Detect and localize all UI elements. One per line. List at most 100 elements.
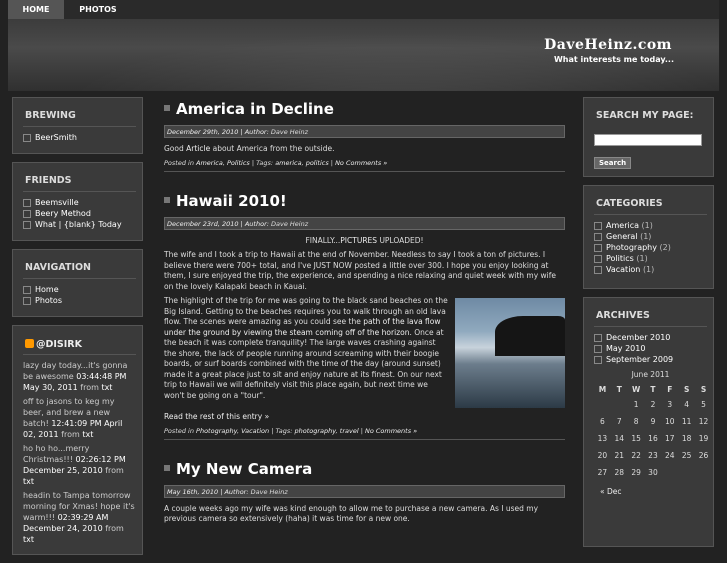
site-header: DaveHeinz.com What interests me today... xyxy=(8,19,719,91)
post-hawaii: Hawaii 2010! December 23rd, 2010 | Autho… xyxy=(164,192,565,440)
calendar-day: 21 xyxy=(614,451,625,460)
nav-photos[interactable]: Photos xyxy=(64,0,132,19)
body-text: Good xyxy=(164,144,184,153)
author-link[interactable]: Dave Heinz xyxy=(271,220,308,228)
sidebar-home-link[interactable]: Home xyxy=(35,285,59,294)
post-title[interactable]: My New Camera xyxy=(164,460,565,485)
calendar-day-header: S xyxy=(683,385,690,394)
post-announcement: FINALLY...PICTURES UPLOADED! xyxy=(164,236,565,247)
archive-link[interactable]: September 2009 xyxy=(606,355,673,364)
category-link[interactable]: General xyxy=(606,232,638,241)
beery-method-link[interactable]: Beery Method xyxy=(35,209,91,218)
calendar-day-header: S xyxy=(700,385,707,394)
calendar-day xyxy=(594,396,611,413)
beach-photo[interactable] xyxy=(455,298,565,408)
twitter-handle-link[interactable]: @DISIRK xyxy=(36,339,82,350)
navigation-title: Navigation xyxy=(25,262,91,273)
calendar-prev-link[interactable]: « Dec xyxy=(600,487,622,496)
category-link[interactable]: Politics xyxy=(227,159,250,167)
category-count: (1) xyxy=(641,221,653,230)
post-date: May 16th, 2010 xyxy=(167,487,219,496)
friends-title: Friends xyxy=(25,175,72,186)
author-link[interactable]: Dave Heinz xyxy=(251,488,288,496)
body-text: FINALLY... xyxy=(305,235,341,245)
category-link[interactable]: America xyxy=(606,221,639,230)
post-title[interactable]: Hawaii 2010! xyxy=(164,192,565,217)
nav-home[interactable]: Home xyxy=(8,0,64,19)
author-link[interactable]: Dave Heinz xyxy=(271,128,308,136)
pictures-link[interactable]: PICTURES xyxy=(340,236,377,245)
calendar-day: 26 xyxy=(698,451,709,460)
calendar-day: 4 xyxy=(684,400,690,409)
comments-link[interactable]: No Comments » xyxy=(365,427,417,435)
archive-link[interactable]: May 2010 xyxy=(606,344,645,353)
category-link[interactable]: Photography xyxy=(606,243,657,252)
calendar-day: 10 xyxy=(665,417,675,426)
tag-link[interactable]: politics xyxy=(306,159,329,167)
site-title[interactable]: DaveHeinz.com xyxy=(544,37,672,53)
calendar-day: 19 xyxy=(698,434,709,443)
category-count: (1) xyxy=(642,265,655,274)
tweet-source-link[interactable]: txt xyxy=(82,430,93,439)
calendar-day: 9 xyxy=(650,417,656,426)
post-date: December 23rd, 2010 xyxy=(167,219,239,228)
category-item: General (1) xyxy=(594,231,707,242)
post-tags: Posted in America, Politics | Tags: amer… xyxy=(164,159,565,172)
tweet-from: from xyxy=(61,430,80,439)
calendar-day: 17 xyxy=(665,434,675,443)
calendar-day: 7 xyxy=(616,417,622,426)
tags-label: Tags: xyxy=(275,426,293,435)
category-link[interactable]: Vacation xyxy=(606,265,640,274)
tweet-source-link[interactable]: txt xyxy=(23,535,34,544)
category-item: Politics (1) xyxy=(594,253,707,264)
what-blank-today-link[interactable]: What | {blank} Today xyxy=(35,220,122,229)
archive-link[interactable]: December 2010 xyxy=(606,333,670,342)
tweet: lazy day today...it's gonna be awesome 0… xyxy=(23,360,136,393)
calendar-day: 11 xyxy=(681,417,692,426)
comments-link[interactable]: No Comments » xyxy=(335,159,387,167)
calendar: June 2011 M T W T F S S 12345 6 7 8 9 10 11 12 xyxy=(594,365,709,496)
calendar-day: 12 xyxy=(698,417,709,426)
category-link[interactable]: America xyxy=(196,159,223,167)
post-title[interactable]: America in Decline xyxy=(164,100,565,125)
read-more: Read the rest of this entry » xyxy=(164,412,565,423)
search-title: Search My Page: xyxy=(596,110,694,121)
calendar-day: 23 xyxy=(648,451,658,460)
category-link[interactable]: Vacation xyxy=(241,427,269,435)
calendar-day: 24 xyxy=(665,451,675,460)
article-link[interactable]: Article xyxy=(186,144,210,153)
beersmith-link[interactable]: BeerSmith xyxy=(35,133,77,142)
tag-link[interactable]: photography xyxy=(295,427,336,435)
tweet-source-link[interactable]: txt xyxy=(23,477,34,486)
category-count: (1) xyxy=(636,254,648,263)
brewing-widget: Brewing BeerSmith xyxy=(12,97,143,154)
tag-link[interactable]: america xyxy=(275,159,301,167)
read-more-link[interactable]: Read the rest of this entry » xyxy=(164,412,269,421)
search-input[interactable] xyxy=(594,134,702,146)
category-link[interactable]: Politics xyxy=(606,254,634,263)
calendar-day-header: F xyxy=(667,385,673,394)
search-button[interactable]: Search xyxy=(594,157,632,169)
author-label: Author: xyxy=(244,128,269,136)
calendar-day: 20 xyxy=(597,451,608,460)
body-text: . Once at the beach it was complete tran… xyxy=(164,327,444,400)
calendar-day: 29 xyxy=(631,468,641,477)
calendar-day: 27 xyxy=(597,468,608,477)
brewing-title: Brewing xyxy=(25,110,76,121)
lava-rock xyxy=(495,316,565,356)
rss-icon[interactable] xyxy=(25,339,34,348)
category-link[interactable]: Photography xyxy=(196,427,237,435)
calendar-day: 18 xyxy=(681,434,692,443)
tag-link[interactable]: travel xyxy=(340,427,359,435)
tweet-source-link[interactable]: txt xyxy=(101,383,112,392)
sidebar-photos-link[interactable]: Photos xyxy=(35,296,62,305)
post-body: Good Article about America from the outs… xyxy=(164,144,565,155)
author-label: Author: xyxy=(224,487,249,496)
navigation-widget: Navigation Home Photos xyxy=(12,249,143,317)
calendar-table: M T W T F S S 12345 6 7 8 9 10 11 12 13 14 15 16 1… xyxy=(594,383,712,481)
categories-title: Categories xyxy=(596,198,663,209)
posted-in-label: Posted in xyxy=(164,426,194,435)
friends-item: Beery Method xyxy=(23,208,136,219)
post-camera: My New Camera May 16th, 2010 | Author: D… xyxy=(164,460,565,525)
beemsville-link[interactable]: Beemsville xyxy=(35,198,79,207)
